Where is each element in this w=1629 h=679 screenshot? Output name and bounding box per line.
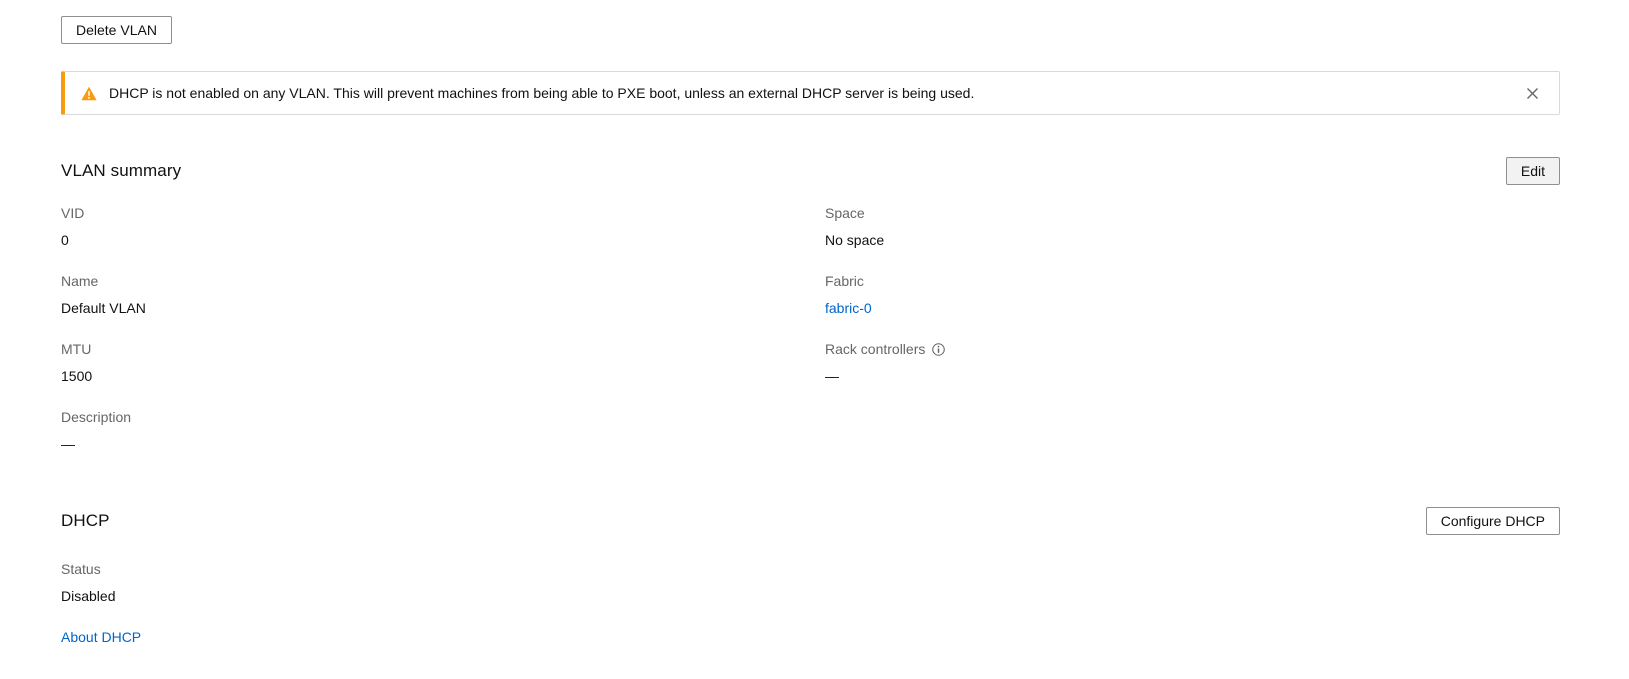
configure-dhcp-button[interactable]: Configure DHCP — [1426, 507, 1560, 535]
dhcp-section: DHCP Configure DHCP Status Disabled Abou… — [61, 507, 1560, 645]
edit-button[interactable]: Edit — [1506, 157, 1560, 185]
dhcp-header: DHCP Configure DHCP — [61, 507, 1560, 535]
description-field: Description — — [61, 409, 825, 452]
vlan-summary-section: VLAN summary Edit VID 0 Name Default VLA… — [61, 157, 1560, 477]
vlan-summary-title: VLAN summary — [61, 161, 181, 181]
space-field: Space No space — [825, 205, 1560, 248]
vlan-summary-right-column: Space No space Fabric fabric-0 Rack cont… — [825, 205, 1560, 477]
about-dhcp-link[interactable]: About DHCP — [61, 629, 141, 645]
vlan-summary-fields: VID 0 Name Default VLAN MTU 1500 Descrip… — [61, 205, 1560, 477]
dhcp-fields: Status Disabled About DHCP — [61, 561, 1560, 645]
vid-value: 0 — [61, 232, 825, 248]
fabric-label: Fabric — [825, 273, 1560, 289]
rack-controllers-field: Rack controllers — — [825, 341, 1560, 384]
mtu-value: 1500 — [61, 368, 825, 384]
vid-label: VID — [61, 205, 825, 221]
delete-vlan-button[interactable]: Delete VLAN — [61, 16, 172, 44]
status-field: Status Disabled — [61, 561, 1560, 604]
vlan-summary-header: VLAN summary Edit — [61, 157, 1560, 185]
rack-controllers-label: Rack controllers — [825, 341, 925, 357]
description-value: — — [61, 436, 825, 452]
name-label: Name — [61, 273, 825, 289]
name-value: Default VLAN — [61, 300, 825, 316]
vlan-summary-left-column: VID 0 Name Default VLAN MTU 1500 Descrip… — [61, 205, 825, 477]
mtu-label: MTU — [61, 341, 825, 357]
name-field: Name Default VLAN — [61, 273, 825, 316]
vid-field: VID 0 — [61, 205, 825, 248]
warning-triangle-icon — [81, 86, 97, 101]
status-value: Disabled — [61, 588, 1560, 604]
status-label: Status — [61, 561, 1560, 577]
rack-controllers-value: — — [825, 368, 1560, 384]
close-icon[interactable] — [1522, 85, 1543, 102]
vlan-details-page: Delete VLAN DHCP is not enabled on any V… — [0, 0, 1629, 679]
fabric-link[interactable]: fabric-0 — [825, 300, 872, 316]
mtu-field: MTU 1500 — [61, 341, 825, 384]
space-value: No space — [825, 232, 1560, 248]
fabric-field: Fabric fabric-0 — [825, 273, 1560, 316]
space-label: Space — [825, 205, 1560, 221]
dhcp-title: DHCP — [61, 511, 110, 531]
warning-message: DHCP is not enabled on any VLAN. This wi… — [109, 84, 974, 102]
description-label: Description — [61, 409, 825, 425]
dhcp-warning-banner: DHCP is not enabled on any VLAN. This wi… — [61, 71, 1560, 115]
rack-controllers-label-row: Rack controllers — [825, 341, 1560, 357]
info-circle-icon[interactable] — [932, 343, 945, 356]
